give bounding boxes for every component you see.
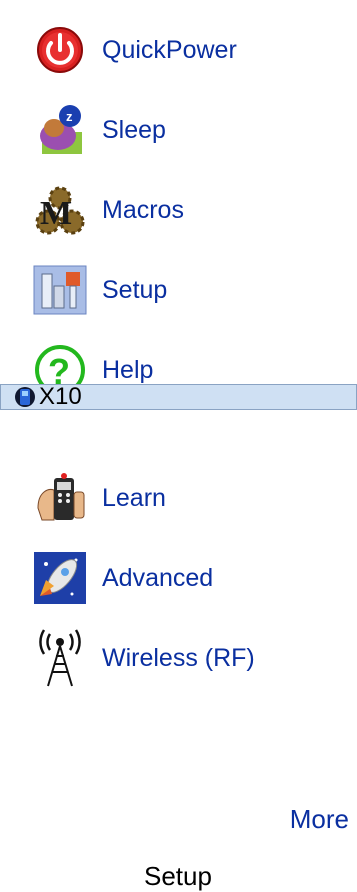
x10-remote-icon: [14, 386, 36, 408]
page-title: Setup: [144, 861, 212, 891]
menu-item-advanced[interactable]: Advanced: [0, 546, 357, 610]
menu-item-x10[interactable]: X10: [0, 383, 357, 410]
menu-item-label: Sleep: [102, 115, 166, 144]
sleep-icon: z: [28, 98, 92, 162]
menu-item-wireless-rf[interactable]: Wireless (RF): [0, 626, 357, 690]
menu-item-label: Help: [102, 355, 154, 384]
wireless-antenna-icon: [28, 626, 92, 690]
svg-text:z: z: [66, 109, 73, 124]
menu-item-label: X10: [39, 383, 82, 410]
svg-text:M: M: [40, 195, 72, 232]
menu-item-learn[interactable]: Learn: [0, 466, 357, 530]
menu-item-label: QuickPower: [102, 35, 237, 64]
menu-item-label: Wireless (RF): [102, 643, 255, 672]
menu-item-label: Setup: [102, 275, 168, 304]
learn-icon: [28, 466, 92, 530]
menu-item-label: Learn: [102, 483, 166, 512]
setup-icon: [28, 258, 92, 322]
menu-item-label: Advanced: [102, 563, 214, 592]
menu-item-quickpower[interactable]: QuickPower: [0, 18, 357, 82]
menu-item-sleep[interactable]: z Sleep: [0, 98, 357, 162]
menu-item-macros[interactable]: M Macros: [0, 178, 357, 242]
menu-item-label: Macros: [102, 195, 184, 224]
power-icon: [28, 18, 92, 82]
advanced-icon: [28, 546, 92, 610]
macros-icon: M: [28, 178, 92, 242]
menu-item-setup[interactable]: Setup: [0, 258, 357, 322]
more-softkey[interactable]: More: [290, 804, 349, 835]
